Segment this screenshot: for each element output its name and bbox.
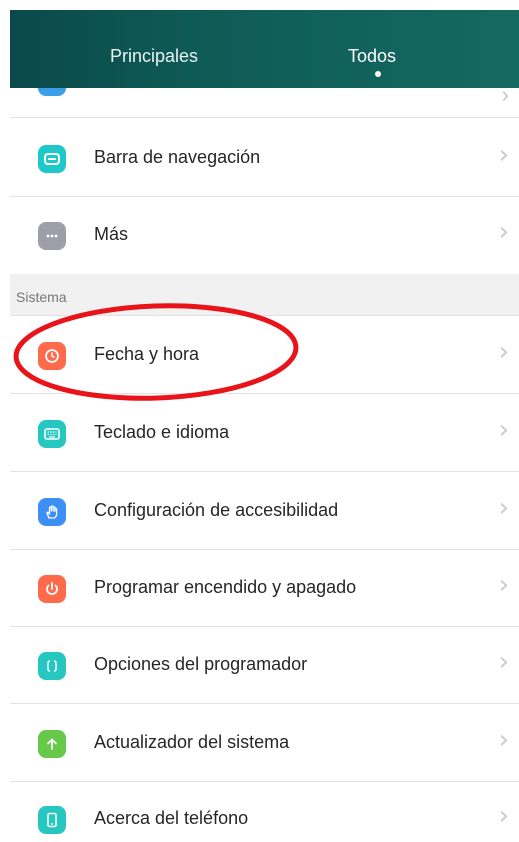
chevron-right-icon: › [501, 88, 509, 107]
list-item-teclado-e-idioma[interactable]: Teclado e idioma › [10, 395, 519, 472]
hand-icon [38, 498, 66, 526]
chevron-right-icon: › [498, 647, 509, 677]
list-item-label: Barra de navegación [94, 147, 261, 167]
chevron-right-icon: › [498, 493, 509, 523]
list-item-actualizador-del-sistema[interactable]: Actualizador del sistema › [10, 705, 519, 782]
chevron-right-icon: › [498, 570, 509, 600]
arrow-up-icon [38, 730, 66, 758]
list-item-label: Configuración de accesibilidad [94, 500, 339, 520]
active-tab-indicator [375, 71, 381, 77]
list-item-opciones-del-programador[interactable]: Opciones del programador › [10, 627, 519, 704]
power-schedule-icon [38, 575, 66, 603]
more-dots-icon [38, 222, 66, 250]
keyboard-icon [38, 420, 66, 448]
clock-icon [38, 342, 66, 370]
chevron-right-icon: › [498, 725, 509, 755]
section-label: Sistema [16, 289, 67, 305]
list-item-partial[interactable]: · · · · · › [10, 88, 519, 118]
list-item-label: Más [94, 224, 129, 244]
list-item-label: Opciones del programador [94, 654, 308, 674]
tab-principales[interactable]: Principales [110, 46, 198, 67]
settings-screen: Principales Todos · · · · · › Barra de n… [10, 10, 519, 842]
list-item-label: Actualizador del sistema [94, 732, 290, 752]
chevron-right-icon: › [498, 140, 509, 170]
tab-todos[interactable]: Todos [348, 46, 396, 67]
chevron-right-icon: › [498, 217, 509, 247]
list-item-label: Acerca del teléfono [94, 808, 249, 828]
chevron-right-icon: › [498, 337, 509, 367]
blue-rounded-icon [38, 88, 66, 96]
list-item-label: Teclado e idioma [94, 422, 230, 442]
chevron-right-icon: › [498, 801, 509, 831]
list-item-label: Fecha y hora [94, 344, 200, 364]
list-item-fecha-y-hora[interactable]: Fecha y hora › [10, 317, 519, 394]
list-item-label: · · · · · [96, 88, 158, 96]
navigation-bar-icon [38, 145, 66, 173]
list-item-acerca-del-telefono[interactable]: Acerca del teléfono › [10, 781, 519, 842]
list-item-programar-encendido[interactable]: Programar encendido y apagado › [10, 550, 519, 627]
phone-icon [38, 806, 66, 834]
chevron-right-icon: › [498, 415, 509, 445]
list-item-mas[interactable]: Más › [10, 197, 519, 274]
list-item-barra-de-navegacion[interactable]: Barra de navegación › [10, 120, 519, 197]
section-header-sistema: Sistema [10, 274, 519, 316]
code-braces-icon [38, 652, 66, 680]
list-item-label: Programar encendido y apagado [94, 577, 357, 597]
list-item-configuracion-de-accesibilidad[interactable]: Configuración de accesibilidad › [10, 473, 519, 550]
top-tab-bar: Principales Todos [10, 10, 519, 88]
